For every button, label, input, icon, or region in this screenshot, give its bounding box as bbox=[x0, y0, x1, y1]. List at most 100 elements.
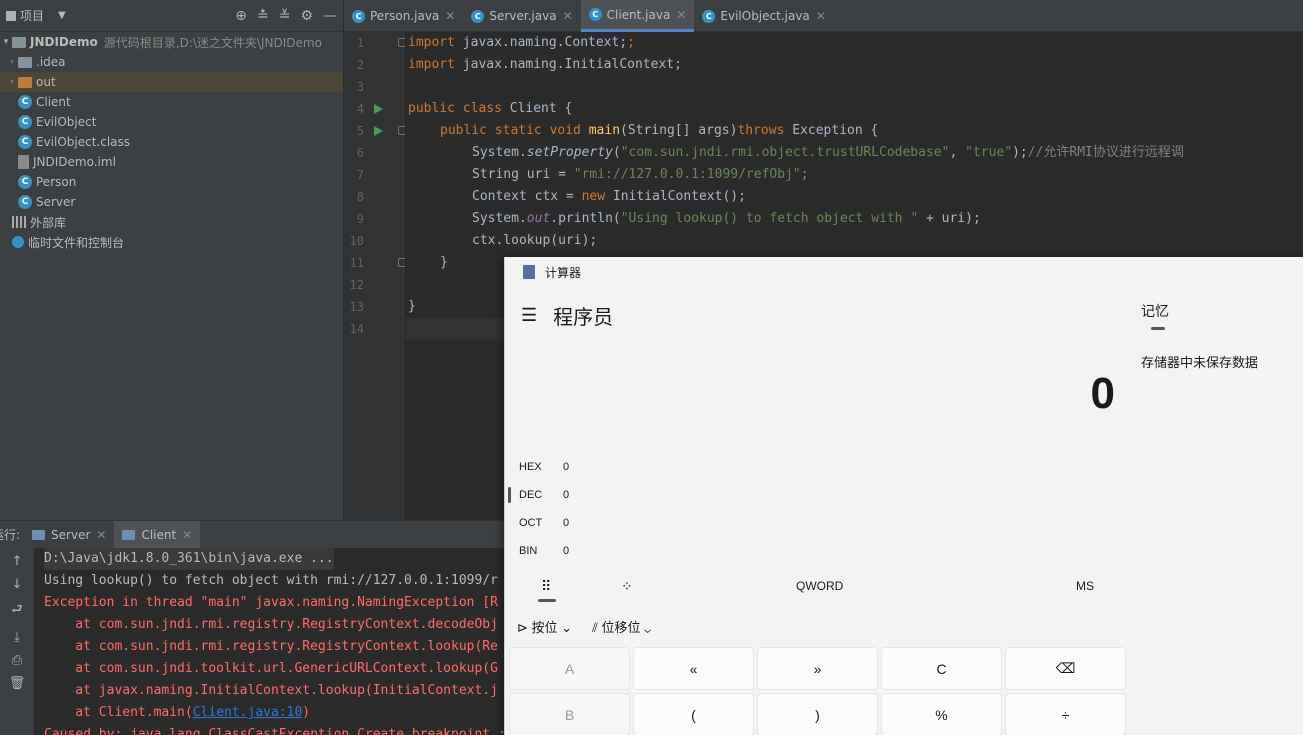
tree-item-label: Client bbox=[36, 95, 71, 109]
tree-item[interactable]: C EvilObject bbox=[0, 112, 343, 132]
calc-key[interactable]: ÷ bbox=[1005, 693, 1126, 735]
line-number: 3 bbox=[356, 80, 364, 94]
editor-tabs: C Person.java ✕ C Server.java ✕ C Client.java ✕ C… bbox=[344, 0, 1303, 32]
tree-item[interactable]: C Client bbox=[0, 92, 343, 112]
calc-key[interactable]: ⌫ bbox=[1005, 647, 1126, 690]
calculator-titlebar[interactable]: 计算器 bbox=[505, 257, 1303, 287]
minimize-icon[interactable]: — bbox=[323, 8, 337, 24]
trash-icon[interactable]: 🗑 bbox=[9, 676, 26, 691]
chevron-down-icon[interactable]: ▼ bbox=[58, 10, 66, 21]
calc-key[interactable]: ( bbox=[633, 693, 754, 735]
tree-item-label: 外部库 bbox=[30, 215, 67, 230]
calc-key[interactable]: » bbox=[757, 647, 878, 690]
radix-row-bin[interactable]: BIN 0 bbox=[519, 537, 569, 565]
tree-item-label: EvilObject bbox=[36, 115, 97, 129]
mode-title: 程序员 bbox=[553, 307, 614, 329]
close-icon[interactable]: ✕ bbox=[816, 9, 826, 23]
tree-item-label: JNDIDemo.iml bbox=[33, 155, 116, 169]
memory-panel: 记忆 存储器中未保存数据 bbox=[1141, 301, 1301, 371]
code-line-10: ctx.lookup(uri); bbox=[472, 233, 598, 248]
run-tab-client[interactable]: Client ✕ bbox=[114, 520, 201, 549]
run-tab-label: Client bbox=[141, 527, 177, 542]
bit-toggle-keypad-icon[interactable]: ⁘ bbox=[621, 578, 633, 595]
radix-row-dec[interactable]: DEC 0 bbox=[508, 481, 569, 509]
line-number: 5 bbox=[356, 124, 364, 138]
close-icon[interactable]: ✕ bbox=[563, 9, 573, 23]
tree-item[interactable]: ▾ JNDIDemo 源代码根目录,D:\迷之文件夹\JNDIDemo bbox=[0, 32, 343, 52]
calc-key[interactable]: « bbox=[633, 647, 754, 690]
java-class-icon: C bbox=[18, 115, 32, 129]
memory-store-button[interactable]: MS bbox=[1076, 579, 1094, 593]
arrow-down-icon[interactable]: ↓ bbox=[12, 577, 23, 592]
project-title[interactable]: 项目 bbox=[20, 7, 44, 24]
console-text: at Client.main( bbox=[44, 705, 193, 720]
collapse-all-icon[interactable]: ≚ bbox=[279, 8, 291, 24]
chevron-down-icon: ⌄ bbox=[561, 620, 573, 635]
editor-tab-label: Server.java bbox=[489, 9, 557, 23]
tree-item-label: 临时文件和控制台 bbox=[28, 235, 125, 250]
project-header: 项目 ▼ ⊕ ≛ ≚ ⚙ — bbox=[0, 0, 343, 32]
hamburger-menu-icon[interactable]: ☰ bbox=[521, 305, 537, 326]
memory-title[interactable]: 记忆 bbox=[1141, 301, 1301, 321]
tree-item[interactable]: C EvilObject.class bbox=[0, 132, 343, 152]
close-icon[interactable]: ✕ bbox=[676, 8, 686, 22]
java-class-icon: C bbox=[18, 175, 32, 189]
calculator-mode: ☰ 程序员 bbox=[521, 301, 613, 330]
java-class-icon: C bbox=[702, 9, 716, 23]
print-icon[interactable]: ⎙ bbox=[12, 653, 22, 668]
run-tab-server[interactable]: Server ✕ bbox=[24, 521, 114, 549]
run-gutter-icon[interactable] bbox=[374, 126, 383, 136]
arrow-up-icon[interactable]: ↑ bbox=[12, 554, 23, 569]
close-icon[interactable]: ✕ bbox=[182, 528, 192, 542]
calc-key[interactable]: ) bbox=[757, 693, 878, 735]
java-class-icon: C bbox=[471, 9, 485, 23]
line-number: 7 bbox=[356, 168, 364, 182]
code-line-7: String uri = "rmi://127.0.0.1:1099/refOb… bbox=[472, 167, 809, 182]
stacktrace-link[interactable]: Client.java:10 bbox=[193, 705, 303, 720]
calc-key[interactable]: C bbox=[881, 647, 1002, 690]
locate-icon[interactable]: ⊕ bbox=[235, 8, 247, 24]
scroll-to-end-icon[interactable]: ⤓ bbox=[14, 630, 20, 645]
tree-item[interactable]: › .idea bbox=[0, 52, 343, 72]
radix-value: 0 bbox=[563, 461, 570, 473]
bitwise-label: 按位 bbox=[531, 620, 558, 635]
run-gutter-icon[interactable] bbox=[374, 104, 383, 114]
expand-arrow-icon[interactable]: ▾ bbox=[0, 37, 12, 47]
editor-tab[interactable]: C Server.java ✕ bbox=[463, 0, 580, 32]
tree-item[interactable]: 临时文件和控制台 bbox=[0, 232, 343, 252]
calculator-window[interactable]: 计算器 ☰ 程序员 0 HEX 0 DEC 0 OCT 0 BIN 0 ⠿ ⁘ QWORD M… bbox=[504, 257, 1303, 735]
line-number: 9 bbox=[356, 212, 364, 226]
word-size-row: ⠿ ⁘ QWORD MS bbox=[505, 567, 1129, 605]
gear-icon[interactable]: ⚙ bbox=[300, 8, 313, 24]
tree-item[interactable]: C Server bbox=[0, 192, 343, 212]
soft-wrap-icon[interactable]: ⮐ bbox=[11, 600, 23, 622]
calc-key: A bbox=[509, 647, 630, 690]
bitwise-icon: ⊳ bbox=[517, 620, 528, 635]
bitshift-dropdown[interactable]: ⫽ 位移位 ⌄ bbox=[592, 617, 651, 636]
editor-tab[interactable]: C Person.java ✕ bbox=[344, 0, 463, 32]
editor-tab[interactable]: C EvilObject.java ✕ bbox=[694, 0, 833, 32]
tree-item[interactable]: 外部库 bbox=[0, 212, 343, 232]
tree-item[interactable]: C Person bbox=[0, 172, 343, 192]
calc-key[interactable]: % bbox=[881, 693, 1002, 735]
radix-label: HEX bbox=[519, 461, 542, 473]
tree-item[interactable]: JNDIDemo.iml bbox=[0, 152, 343, 172]
project-tree: ▾ JNDIDemo 源代码根目录,D:\迷之文件夹\JNDIDemo › .idea ›… bbox=[0, 32, 343, 252]
selected-indicator bbox=[538, 599, 556, 602]
close-icon[interactable]: ✕ bbox=[96, 528, 106, 542]
tree-item[interactable]: › out bbox=[0, 72, 343, 92]
expand-arrow-icon[interactable]: › bbox=[6, 57, 18, 67]
expand-all-icon[interactable]: ≛ bbox=[257, 8, 269, 24]
full-keypad-icon[interactable]: ⠿ bbox=[541, 578, 551, 595]
radix-row-oct[interactable]: OCT 0 bbox=[519, 509, 569, 537]
expand-arrow-icon[interactable]: › bbox=[6, 77, 18, 87]
word-size-button[interactable]: QWORD bbox=[796, 579, 843, 593]
code-line-2: import javax.naming.InitialContext; bbox=[408, 57, 682, 72]
line-number: 6 bbox=[356, 146, 364, 160]
radix-row-hex[interactable]: HEX 0 bbox=[519, 453, 569, 481]
close-icon[interactable]: ✕ bbox=[445, 9, 455, 23]
editor-tab[interactable]: C Client.java ✕ bbox=[580, 0, 695, 32]
editor-tab-label: Person.java bbox=[370, 9, 440, 23]
bitwise-dropdown[interactable]: ⊳ 按位 ⌄ bbox=[517, 617, 572, 636]
ide-window: 项目 ▼ ⊕ ≛ ≚ ⚙ — ▾ JNDIDemo 源代码根目录,D:\迷之文件夹\… bbox=[0, 0, 1303, 735]
